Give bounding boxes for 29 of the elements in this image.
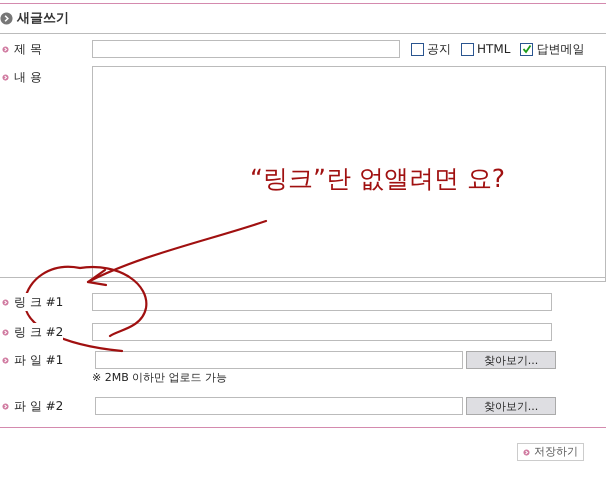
bullet-icon (2, 402, 9, 410)
browse-button[interactable]: 찾아보기... (466, 397, 556, 415)
content-area[interactable] (92, 66, 606, 282)
title-field[interactable] (92, 40, 400, 58)
bullet-icon (2, 356, 9, 364)
checkbox-label: 공지 (427, 41, 451, 58)
browse-button[interactable]: 찾아보기... (466, 351, 556, 369)
checkbox[interactable] (461, 42, 474, 56)
check-icon (522, 44, 532, 54)
bullet-icon (523, 448, 530, 456)
field-label: 링 크 #1 (14, 293, 64, 311)
bullet-icon (2, 74, 9, 80)
chevron-circle-icon (0, 12, 13, 25)
checkbox[interactable] (411, 42, 424, 56)
bullet-icon (2, 328, 9, 336)
save-button[interactable]: 저장하기 (517, 443, 584, 461)
checkbox-label: HTML (477, 41, 510, 58)
link-field[interactable] (92, 323, 552, 341)
field-label: 링 크 #2 (14, 323, 64, 341)
file-path-field[interactable] (95, 351, 463, 369)
bullet-icon (2, 46, 9, 52)
bullet-icon (2, 298, 9, 306)
section-title: 새글쓰기 (17, 10, 69, 28)
checkbox-label: 답변메일 (536, 41, 584, 58)
link-field[interactable] (92, 293, 552, 311)
checkbox[interactable] (520, 42, 534, 56)
handwritten-note: “링크”란 없앨려면 요? (250, 163, 506, 195)
upload-note: ※ 2MB 이하만 업로드 가능 (92, 370, 228, 386)
file-path-field[interactable] (95, 397, 463, 415)
